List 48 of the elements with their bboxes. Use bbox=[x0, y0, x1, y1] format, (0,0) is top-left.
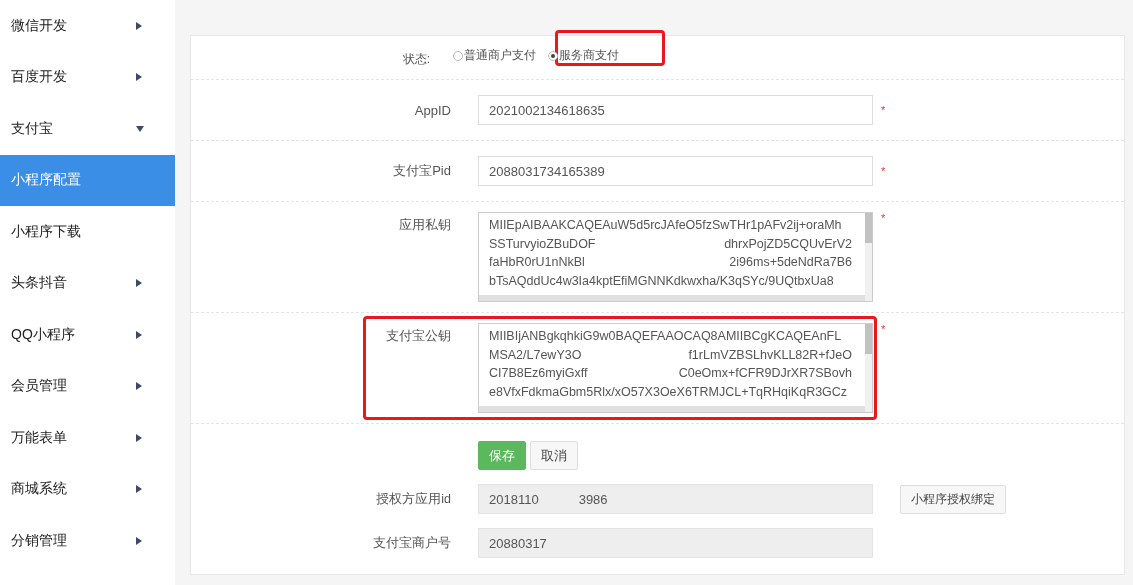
key-text: MIIEpAIBAAKCAQEAuW5d5rcJAfeO5fzSwTHr1pAFv2ij+oraMh bbox=[489, 217, 842, 234]
required-mark: * bbox=[881, 165, 886, 177]
key-text: faHbR0rU1nNkBl bbox=[489, 254, 585, 271]
key-text-area[interactable]: MIIEpAIBAAKCAQEAuW5d5rcJAfeO5fzSwTHr1pAFv2ij+oraMh SSTurvyioZBuDOF dhrxPojZD5CQUvErV2 faHbR0rU1nNkBl 2i96ms+5deNdRa7B6 bTsAQddUc4w3Ia4kptEfiMGNNKdkwxha/K3qSYc/9UQtbxUa8 bbox=[478, 212, 873, 302]
key-text: C0eOmx+fCFR9DJrXR7SBovh bbox=[678, 365, 852, 382]
radio-button[interactable] bbox=[548, 50, 558, 61]
key-text: SSTurvyioZBuDOF bbox=[489, 235, 596, 253]
sidebar-item[interactable]: 会员管理 bbox=[0, 360, 175, 412]
sidebar-item[interactable]: 小程序下载 bbox=[0, 206, 175, 258]
radio-button[interactable] bbox=[453, 50, 463, 61]
text-field[interactable]: 2088031734165389 bbox=[478, 156, 873, 186]
radio-option[interactable]: 服务商支付 bbox=[548, 47, 619, 64]
key-text: CI7B8Ez6myiGxff bbox=[489, 365, 588, 382]
sidebar-item[interactable]: 百度开发 bbox=[0, 51, 175, 103]
sidebar-item[interactable]: 商城系统 bbox=[0, 463, 175, 515]
sidebar-item[interactable]: 头条抖音 bbox=[0, 257, 175, 309]
cancel-button[interactable]: 取消 bbox=[530, 441, 578, 470]
key-text: MSA2/L7ewY3O bbox=[489, 346, 582, 364]
sidebar-item[interactable]: 分销管理 bbox=[0, 515, 175, 567]
field-value: 3986 bbox=[578, 491, 608, 507]
field-label: 支付宝公钥 bbox=[385, 327, 452, 345]
sidebar-item[interactable]: 微信开发 bbox=[0, 0, 175, 52]
required-mark: * bbox=[881, 212, 886, 224]
field-label: 授权方应用id bbox=[375, 490, 452, 508]
key-text: f1rLmVZBSLhvKLL82R+fJeO bbox=[688, 346, 852, 364]
required-mark: * bbox=[881, 323, 886, 335]
scrollbar[interactable] bbox=[865, 213, 872, 301]
key-text: bTsAQddUc4w3Ia4kptEfiMGNNKdkwxha/K3qSYc/9UQtbxUa8 bbox=[489, 272, 834, 290]
required-mark: * bbox=[881, 104, 886, 116]
key-text: dhrxPojZD5CQUvErV2 bbox=[724, 235, 852, 253]
field-label: 支付宝Pid bbox=[392, 162, 452, 180]
field-value: 20880317 bbox=[489, 535, 547, 551]
field-label: 支付宝商户号 bbox=[372, 534, 452, 552]
field-label: 应用私钥 bbox=[398, 216, 452, 234]
key-text: 2i96ms+5deNdRa7B6 bbox=[729, 254, 852, 271]
sidebar-item[interactable]: 万能表单 bbox=[0, 412, 175, 464]
field-value: 2018110 bbox=[489, 491, 539, 507]
sidebar-item[interactable]: QQ小程序 bbox=[0, 309, 175, 361]
radio-option[interactable]: 普通商户支付 bbox=[453, 47, 536, 64]
sidebar-item[interactable]: 支付宝 bbox=[0, 103, 175, 155]
text-field[interactable]: 2021002134618635 bbox=[478, 95, 873, 125]
key-text: e8VfxFdkmaGbm5Rlx/xO57X3OeX6TRMJCL+TqRHqiKqR3GCz bbox=[489, 383, 848, 401]
key-text-area[interactable]: MIIBIjANBgkqhkiG9w0BAQEFAAOCAQ8AMIIBCgKCAQEAnFL MSA2/L7ewY3O f1rLmVZBSLhvKLL82R+fJeO CI7B8Ez6myiGxff C0eOmx+fCFR9DJrXR7SBovh e8VfxFdkmaGbm5Rlx/xO57X3OeX6TRMJCL+TqRHqiKqR3GCz bbox=[478, 323, 873, 413]
authorize-bind-button[interactable]: 小程序授权绑定 bbox=[900, 484, 1006, 514]
scrollbar[interactable] bbox=[865, 324, 872, 412]
field-label: AppID bbox=[413, 102, 452, 118]
key-text: MIIBIjANBgkqhkiG9w0BAQEFAAOCAQ8AMIIBCgKCAQEAnFL bbox=[489, 328, 842, 345]
status-label: 状态: bbox=[401, 51, 431, 68]
